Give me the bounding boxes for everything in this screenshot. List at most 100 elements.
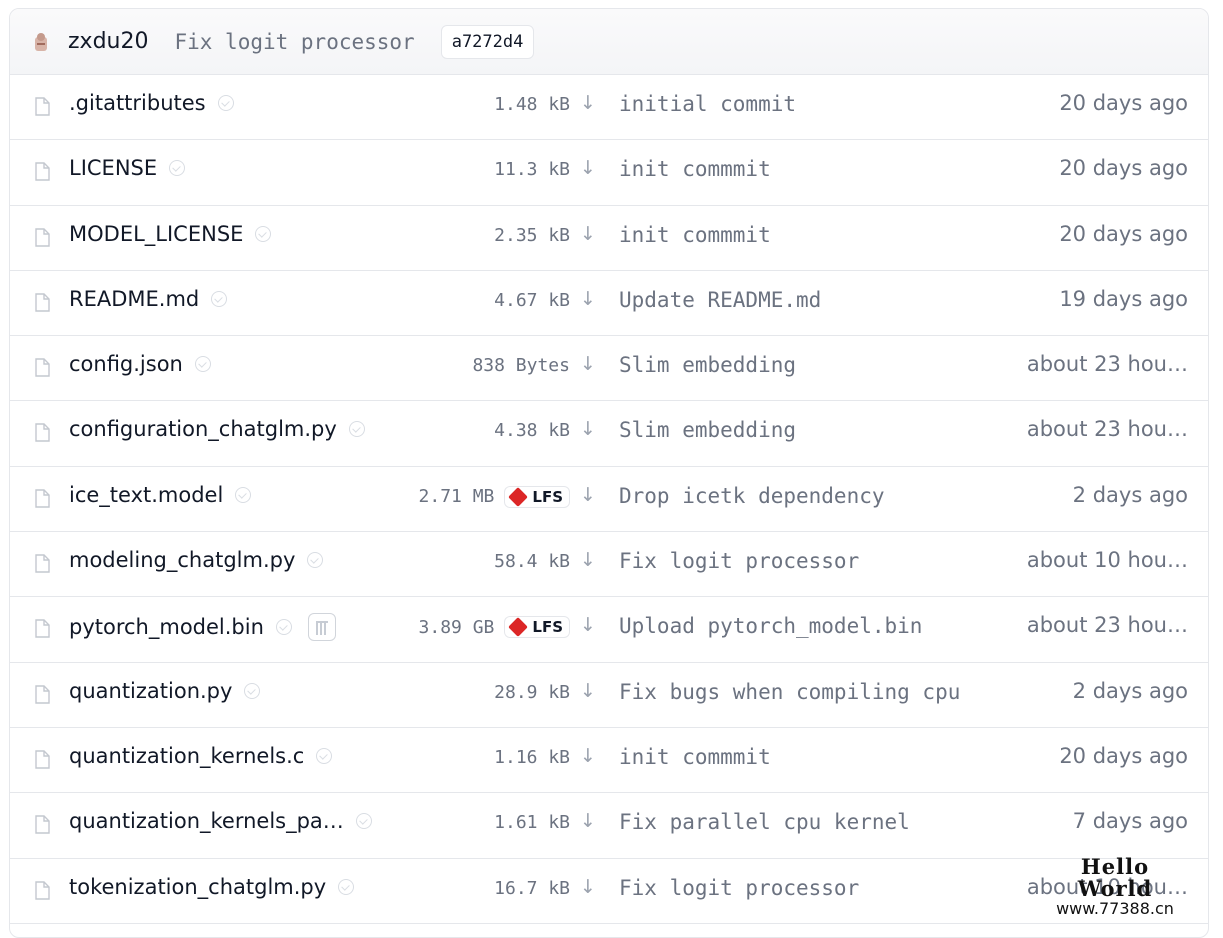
file-name-text[interactable]: quantization.py: [69, 679, 232, 703]
download-arrow-icon[interactable]: ↓: [580, 614, 596, 636]
file-name-text[interactable]: README.md: [69, 287, 199, 311]
file-size-cell: 28.9 kB: [494, 682, 570, 703]
download-arrow-icon[interactable]: ↓: [580, 745, 596, 767]
pickle-scan-icon[interactable]: [307, 613, 336, 642]
file-name-link[interactable]: quantization.py: [69, 679, 261, 703]
file-icon: [35, 97, 50, 116]
file-last-commit-message[interactable]: Fix logit processor: [619, 876, 859, 900]
file-icon: [35, 162, 50, 181]
file-last-commit-message[interactable]: Upload pytorch_model.bin: [619, 614, 922, 638]
lfs-icon: [508, 486, 529, 507]
file-last-commit-message[interactable]: Fix logit processor: [619, 549, 859, 573]
file-row[interactable]: configuration_chatglm.py 4.38 kB ↓ Slim …: [10, 401, 1208, 467]
file-name-link[interactable]: MODEL_LICENSE: [69, 222, 272, 246]
file-name-text[interactable]: configuration_chatglm.py: [69, 417, 337, 441]
file-row[interactable]: ice_text.model 2.71 MB LFS ↓ Drop icetk d…: [10, 467, 1208, 533]
file-last-commit-message[interactable]: Drop icetk dependency: [619, 484, 885, 508]
file-last-commit-message[interactable]: Fix parallel cpu kernel: [619, 810, 910, 834]
file-name-text[interactable]: quantization_kernels_pa…: [69, 809, 344, 833]
file-row[interactable]: README.md 4.67 kB ↓ Update README.md 19 …: [10, 271, 1208, 337]
file-name-link[interactable]: pytorch_model.bin: [69, 613, 336, 642]
file-row[interactable]: quantization_kernels_pa… 1.61 kB ↓ Fix p…: [10, 793, 1208, 859]
file-last-commit-message[interactable]: init commmit: [619, 223, 771, 247]
file-row[interactable]: .gitattributes 1.48 kB ↓ initial commit …: [10, 75, 1208, 141]
file-last-commit-message[interactable]: Slim embedding: [619, 353, 796, 377]
download-arrow-icon[interactable]: ↓: [580, 810, 596, 832]
download-arrow-icon[interactable]: ↓: [580, 223, 596, 245]
file-name-text[interactable]: quantization_kernels.c: [69, 744, 304, 768]
download-arrow-icon[interactable]: ↓: [580, 680, 596, 702]
file-last-commit-message[interactable]: init commmit: [619, 157, 771, 181]
download-arrow-icon[interactable]: ↓: [580, 484, 596, 506]
download-arrow-icon[interactable]: ↓: [580, 288, 596, 310]
file-row[interactable]: MODEL_LICENSE 2.35 kB ↓ init commmit 20 …: [10, 206, 1208, 271]
shield-check-icon[interactable]: [275, 619, 292, 636]
file-name-link[interactable]: modeling_chatglm.py: [69, 548, 324, 572]
download-arrow-icon[interactable]: ↓: [580, 876, 596, 898]
shield-check-icon[interactable]: [217, 95, 234, 111]
author-avatar[interactable]: [32, 31, 50, 53]
shield-check-icon[interactable]: [194, 356, 211, 373]
file-name-text[interactable]: MODEL_LICENSE: [69, 222, 243, 246]
file-name-text[interactable]: ice_text.model: [69, 483, 223, 507]
file-last-commit-message[interactable]: Update README.md: [619, 288, 821, 312]
shield-check-icon[interactable]: [338, 878, 355, 895]
file-name-link[interactable]: tokenization_chatglm.py: [69, 875, 355, 899]
file-name-link[interactable]: LICENSE: [69, 156, 186, 180]
file-icon: [35, 293, 50, 312]
download-arrow-icon[interactable]: ↓: [580, 418, 596, 440]
file-row[interactable]: config.json 838 Bytes ↓ Slim embedding a…: [10, 336, 1208, 402]
file-name-text[interactable]: LICENSE: [69, 156, 157, 180]
file-icon: [35, 489, 50, 508]
file-row[interactable]: modeling_chatglm.py 58.4 kB ↓ Fix logit …: [10, 532, 1208, 598]
file-icon: [35, 880, 50, 900]
file-name-link[interactable]: quantization_kernels_pa…: [69, 809, 372, 833]
commit-author[interactable]: zxdu20: [68, 29, 148, 54]
file-size: 838 Bytes: [472, 355, 570, 377]
file-name-link[interactable]: configuration_chatglm.py: [69, 417, 365, 441]
shield-check-icon[interactable]: [307, 552, 324, 569]
file-size-cell: 2.35 kB: [494, 225, 570, 246]
file-row[interactable]: quantization_kernels.c 1.16 kB ↓ init co…: [10, 728, 1208, 794]
download-arrow-icon[interactable]: ↓: [580, 549, 596, 571]
file-name-text[interactable]: tokenization_chatglm.py: [69, 875, 326, 899]
file-last-commit-message[interactable]: initial commit: [619, 92, 796, 116]
file-row[interactable]: pytorch_model.bin 3.89 GB LFS ↓ Upload py…: [10, 597, 1208, 663]
download-arrow-icon[interactable]: ↓: [580, 157, 596, 179]
file-name-text[interactable]: config.json: [69, 352, 183, 376]
shield-check-icon[interactable]: [211, 290, 228, 307]
lfs-badge[interactable]: LFS: [504, 616, 570, 639]
file-name-text[interactable]: .gitattributes: [69, 91, 206, 115]
shield-check-icon[interactable]: [355, 813, 372, 830]
file-commit-date: 2 days ago: [1072, 482, 1188, 507]
shield-check-icon[interactable]: [244, 682, 261, 699]
shield-check-icon[interactable]: [316, 747, 333, 764]
file-name-link[interactable]: quantization_kernels.c: [69, 744, 333, 768]
file-row[interactable]: quantization.py 28.9 kB ↓ Fix bugs when …: [10, 663, 1208, 728]
download-arrow-icon[interactable]: ↓: [580, 353, 596, 375]
shield-check-icon[interactable]: [255, 225, 272, 242]
commit-hash-badge[interactable]: a7272d4: [440, 24, 535, 59]
lfs-badge[interactable]: LFS: [504, 485, 570, 508]
file-name-link[interactable]: config.json: [69, 352, 211, 376]
file-size: 2.35 kB: [494, 224, 570, 246]
file-name-link[interactable]: .gitattributes: [69, 91, 234, 115]
file-name-text[interactable]: pytorch_model.bin: [69, 615, 264, 639]
file-row[interactable]: tokenization_chatglm.py 16.7 kB ↓ Fix lo…: [10, 859, 1208, 924]
download-arrow-icon[interactable]: ↓: [580, 92, 596, 114]
file-row[interactable]: LICENSE 11.3 kB ↓ init commmit 20 days a…: [10, 140, 1208, 206]
file-last-commit-message[interactable]: Slim embedding: [619, 418, 796, 442]
file-last-commit-message[interactable]: Fix bugs when compiling cpu: [619, 680, 960, 704]
commit-message[interactable]: Fix logit processor: [174, 30, 414, 54]
file-size-cell: 1.61 kB: [494, 812, 570, 833]
shield-check-icon[interactable]: [235, 486, 252, 503]
file-name-link[interactable]: README.md: [69, 287, 228, 311]
lfs-icon: [508, 617, 529, 638]
file-name-link[interactable]: ice_text.model: [69, 483, 252, 507]
file-commit-date: 20 days ago: [1059, 91, 1188, 115]
shield-check-icon[interactable]: [348, 421, 365, 438]
file-commit-date: 7 days ago: [1072, 809, 1188, 834]
shield-check-icon[interactable]: [169, 160, 186, 177]
file-last-commit-message[interactable]: init commmit: [619, 745, 771, 769]
file-name-text[interactable]: modeling_chatglm.py: [69, 548, 295, 572]
